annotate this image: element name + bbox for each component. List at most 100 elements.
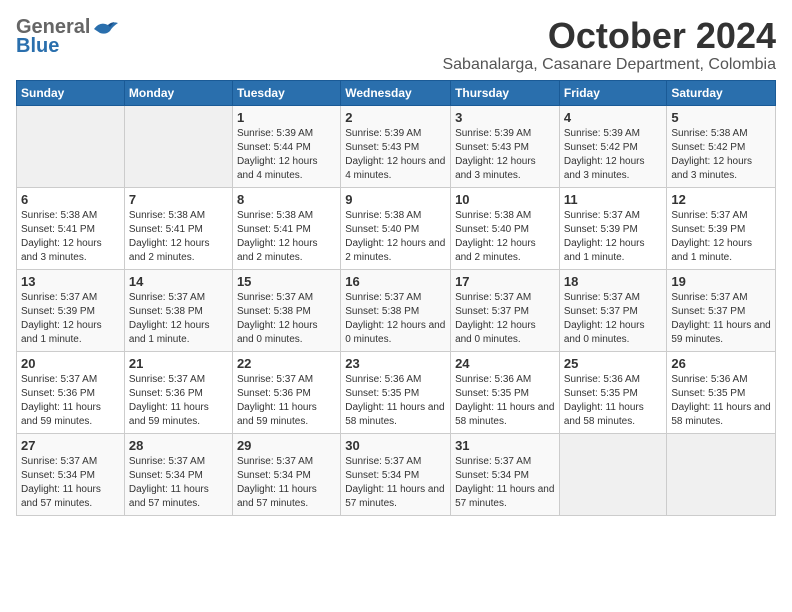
day-number: 8 bbox=[237, 192, 336, 207]
day-number: 24 bbox=[455, 356, 555, 371]
calendar-cell: 19Sunrise: 5:37 AM Sunset: 5:37 PM Dayli… bbox=[667, 269, 776, 351]
logo-blue-text: Blue bbox=[16, 35, 59, 58]
day-number: 7 bbox=[129, 192, 228, 207]
calendar-cell: 30Sunrise: 5:37 AM Sunset: 5:34 PM Dayli… bbox=[341, 433, 451, 515]
calendar-cell bbox=[559, 433, 667, 515]
page-header: General Blue October 2024 Sabanalarga, C… bbox=[16, 16, 776, 74]
day-info: Sunrise: 5:37 AM Sunset: 5:34 PM Dayligh… bbox=[237, 455, 336, 511]
calendar-cell: 23 Sunrise: 5:36 AM Sunset: 5:35 PM Dayli… bbox=[341, 351, 451, 433]
calendar-table: SundayMondayTuesdayWednesdayThursdayFrid… bbox=[16, 80, 776, 516]
calendar-cell: 3 Sunrise: 5:39 AM Sunset: 5:43 PM Daylig… bbox=[451, 105, 560, 187]
day-number: 13 bbox=[21, 274, 120, 289]
calendar-cell: 24 Sunrise: 5:36 AM Sunset: 5:35 PM Dayli… bbox=[451, 351, 560, 433]
day-info: Sunrise: 5:38 AM Sunset: 5:42 PM Dayligh… bbox=[671, 127, 771, 183]
day-number: 16 bbox=[345, 274, 446, 289]
day-number: 5 bbox=[671, 110, 771, 125]
calendar-week-row: 13 Sunrise: 5:37 AM Sunset: 5:39 PM Dayli… bbox=[17, 269, 776, 351]
day-number: 26 bbox=[671, 356, 771, 371]
calendar-week-row: 27 Sunrise: 5:37 AM Sunset: 5:34 PM Dayli… bbox=[17, 433, 776, 515]
day-number: 23 bbox=[345, 356, 446, 371]
calendar-cell: 6 Sunrise: 5:38 AM Sunset: 5:41 PM Daylig… bbox=[17, 187, 125, 269]
weekday-header-saturday: Saturday bbox=[667, 80, 776, 105]
day-info: Sunrise: 5:37 AM Sunset: 5:39 PM Dayligh… bbox=[564, 209, 663, 265]
calendar-cell: 8 Sunrise: 5:38 AM Sunset: 5:41 PM Daylig… bbox=[232, 187, 340, 269]
day-number: 31 bbox=[455, 438, 555, 453]
calendar-week-row: 20 Sunrise: 5:37 AM Sunset: 5:36 PM Dayli… bbox=[17, 351, 776, 433]
day-info: Sunrise: 5:36 AM Sunset: 5:35 PM Dayligh… bbox=[455, 373, 555, 429]
calendar-cell: 25 Sunrise: 5:36 AM Sunset: 5:35 PM Dayli… bbox=[559, 351, 667, 433]
day-info: Sunrise: 5:38 AM Sunset: 5:41 PM Dayligh… bbox=[21, 209, 120, 265]
day-number: 27 bbox=[21, 438, 120, 453]
day-info: Sunrise: 5:36 AM Sunset: 5:35 PM Dayligh… bbox=[564, 373, 663, 429]
day-number: 29 bbox=[237, 438, 336, 453]
day-info: Sunrise: 5:36 AM Sunset: 5:35 PM Dayligh… bbox=[345, 373, 446, 429]
day-number: 11 bbox=[564, 192, 663, 207]
day-number: 10 bbox=[455, 192, 555, 207]
calendar-header-row: SundayMondayTuesdayWednesdayThursdayFrid… bbox=[17, 80, 776, 105]
day-number: 25 bbox=[564, 356, 663, 371]
calendar-cell: 31 Sunrise: 5:37 AM Sunset: 5:34 PM Dayli… bbox=[451, 433, 560, 515]
calendar-cell: 13 Sunrise: 5:37 AM Sunset: 5:39 PM Dayli… bbox=[17, 269, 125, 351]
day-info: Sunrise: 5:37 AM Sunset: 5:38 PM Dayligh… bbox=[345, 291, 446, 347]
weekday-header-friday: Friday bbox=[559, 80, 667, 105]
logo: General Blue bbox=[16, 16, 118, 58]
day-info: Sunrise: 5:37 AM Sunset: 5:37 PM Dayligh… bbox=[671, 291, 771, 347]
day-number: 9 bbox=[345, 192, 446, 207]
day-info: Sunrise: 5:39 AM Sunset: 5:43 PM Dayligh… bbox=[345, 127, 446, 183]
calendar-cell: 26 Sunrise: 5:36 AM Sunset: 5:35 PM Dayli… bbox=[667, 351, 776, 433]
weekday-header-wednesday: Wednesday bbox=[341, 80, 451, 105]
day-info: Sunrise: 5:37 AM Sunset: 5:36 PM Dayligh… bbox=[21, 373, 120, 429]
calendar-cell: 20 Sunrise: 5:37 AM Sunset: 5:36 PM Dayli… bbox=[17, 351, 125, 433]
day-number: 14 bbox=[129, 274, 228, 289]
calendar-cell: 12Sunrise: 5:37 AM Sunset: 5:39 PM Dayli… bbox=[667, 187, 776, 269]
day-info: Sunrise: 5:37 AM Sunset: 5:37 PM Dayligh… bbox=[455, 291, 555, 347]
logo-bird-icon bbox=[92, 19, 118, 37]
day-number: 4 bbox=[564, 110, 663, 125]
calendar-cell: 29 Sunrise: 5:37 AM Sunset: 5:34 PM Dayli… bbox=[232, 433, 340, 515]
day-info: Sunrise: 5:38 AM Sunset: 5:40 PM Dayligh… bbox=[345, 209, 446, 265]
calendar-cell bbox=[17, 105, 125, 187]
calendar-week-row: 6 Sunrise: 5:38 AM Sunset: 5:41 PM Daylig… bbox=[17, 187, 776, 269]
calendar-cell: 5 Sunrise: 5:38 AM Sunset: 5:42 PM Daylig… bbox=[667, 105, 776, 187]
calendar-cell: 15Sunrise: 5:37 AM Sunset: 5:38 PM Dayli… bbox=[232, 269, 340, 351]
location-subtitle: Sabanalarga, Casanare Department, Colomb… bbox=[442, 56, 776, 74]
day-number: 2 bbox=[345, 110, 446, 125]
weekday-header-sunday: Sunday bbox=[17, 80, 125, 105]
day-info: Sunrise: 5:37 AM Sunset: 5:34 PM Dayligh… bbox=[21, 455, 120, 511]
day-info: Sunrise: 5:37 AM Sunset: 5:34 PM Dayligh… bbox=[345, 455, 446, 511]
day-info: Sunrise: 5:37 AM Sunset: 5:38 PM Dayligh… bbox=[129, 291, 228, 347]
day-info: Sunrise: 5:38 AM Sunset: 5:41 PM Dayligh… bbox=[237, 209, 336, 265]
day-info: Sunrise: 5:39 AM Sunset: 5:43 PM Dayligh… bbox=[455, 127, 555, 183]
calendar-cell: 27 Sunrise: 5:37 AM Sunset: 5:34 PM Dayli… bbox=[17, 433, 125, 515]
calendar-cell: 11 Sunrise: 5:37 AM Sunset: 5:39 PM Dayli… bbox=[559, 187, 667, 269]
calendar-cell: 4Sunrise: 5:39 AM Sunset: 5:42 PM Daylig… bbox=[559, 105, 667, 187]
day-info: Sunrise: 5:37 AM Sunset: 5:34 PM Dayligh… bbox=[129, 455, 228, 511]
day-info: Sunrise: 5:37 AM Sunset: 5:36 PM Dayligh… bbox=[237, 373, 336, 429]
day-info: Sunrise: 5:37 AM Sunset: 5:38 PM Dayligh… bbox=[237, 291, 336, 347]
day-number: 3 bbox=[455, 110, 555, 125]
day-info: Sunrise: 5:37 AM Sunset: 5:34 PM Dayligh… bbox=[455, 455, 555, 511]
day-info: Sunrise: 5:39 AM Sunset: 5:44 PM Dayligh… bbox=[237, 127, 336, 183]
day-info: Sunrise: 5:37 AM Sunset: 5:36 PM Dayligh… bbox=[129, 373, 228, 429]
month-title: October 2024 bbox=[442, 16, 776, 56]
day-number: 22 bbox=[237, 356, 336, 371]
title-area: October 2024 Sabanalarga, Casanare Depar… bbox=[442, 16, 776, 74]
day-number: 17 bbox=[455, 274, 555, 289]
day-number: 20 bbox=[21, 356, 120, 371]
day-number: 21 bbox=[129, 356, 228, 371]
day-info: Sunrise: 5:38 AM Sunset: 5:40 PM Dayligh… bbox=[455, 209, 555, 265]
weekday-header-monday: Monday bbox=[124, 80, 232, 105]
day-number: 6 bbox=[21, 192, 120, 207]
day-number: 28 bbox=[129, 438, 228, 453]
calendar-cell: 7Sunrise: 5:38 AM Sunset: 5:41 PM Daylig… bbox=[124, 187, 232, 269]
calendar-cell: 1Sunrise: 5:39 AM Sunset: 5:44 PM Daylig… bbox=[232, 105, 340, 187]
calendar-cell: 14 Sunrise: 5:37 AM Sunset: 5:38 PM Dayli… bbox=[124, 269, 232, 351]
calendar-cell bbox=[124, 105, 232, 187]
calendar-cell: 22 Sunrise: 5:37 AM Sunset: 5:36 PM Dayli… bbox=[232, 351, 340, 433]
weekday-header-thursday: Thursday bbox=[451, 80, 560, 105]
calendar-cell: 18Sunrise: 5:37 AM Sunset: 5:37 PM Dayli… bbox=[559, 269, 667, 351]
day-info: Sunrise: 5:37 AM Sunset: 5:39 PM Dayligh… bbox=[21, 291, 120, 347]
day-info: Sunrise: 5:36 AM Sunset: 5:35 PM Dayligh… bbox=[671, 373, 771, 429]
day-number: 12 bbox=[671, 192, 771, 207]
day-info: Sunrise: 5:37 AM Sunset: 5:37 PM Dayligh… bbox=[564, 291, 663, 347]
